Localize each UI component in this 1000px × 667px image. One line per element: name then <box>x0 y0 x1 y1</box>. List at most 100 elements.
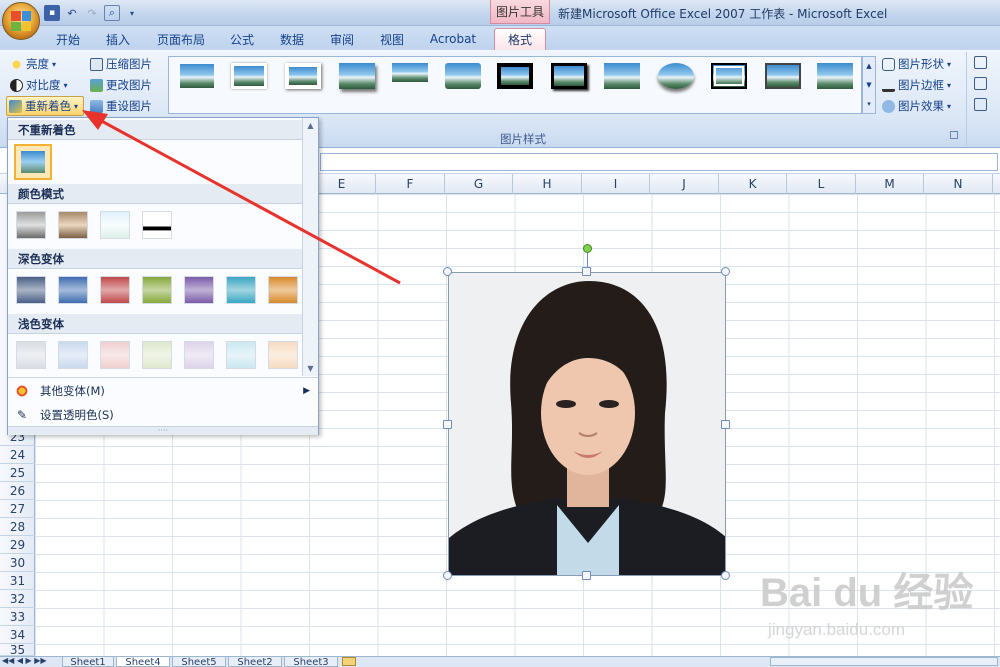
resize-handle-top-left[interactable] <box>443 267 452 276</box>
style-thumb[interactable] <box>708 60 750 92</box>
tab-home[interactable]: 开始 <box>46 28 90 50</box>
sheet-tab-active[interactable]: Sheet4 <box>116 656 170 667</box>
row-header[interactable]: 33 <box>0 608 35 626</box>
office-button[interactable] <box>2 2 40 40</box>
formula-input[interactable] <box>320 153 998 171</box>
light-variation-swatch[interactable] <box>142 341 172 369</box>
inserted-picture[interactable] <box>448 272 726 576</box>
resize-handle-top-right[interactable] <box>721 267 730 276</box>
row-header[interactable]: 28 <box>0 518 35 536</box>
swatch-no-recolor[interactable] <box>14 144 52 180</box>
change-picture-button[interactable]: 更改图片 <box>90 77 152 93</box>
column-header[interactable]: N <box>924 174 993 194</box>
dropdown-scrollbar[interactable]: ▲ ▼ <box>302 118 318 376</box>
light-variation-swatch[interactable] <box>268 341 298 369</box>
horizontal-scrollbar[interactable] <box>770 657 998 666</box>
tab-page-layout[interactable]: 页面布局 <box>150 28 212 50</box>
row-header[interactable]: 26 <box>0 482 35 500</box>
column-header[interactable]: I <box>582 174 650 194</box>
insert-sheet-icon[interactable] <box>342 657 356 666</box>
swatch-washout[interactable] <box>100 211 130 239</box>
column-header[interactable]: G <box>445 174 513 194</box>
sheet-tab[interactable]: Sheet3 <box>284 656 338 667</box>
scroll-down-icon[interactable]: ▼ <box>866 81 871 89</box>
style-thumb[interactable] <box>228 60 270 92</box>
light-variation-swatch[interactable] <box>16 341 46 369</box>
style-thumb[interactable] <box>762 60 804 92</box>
resize-grip[interactable]: ···· <box>8 426 318 435</box>
sheet-tab[interactable]: Sheet1 <box>62 656 114 667</box>
dark-variation-swatch[interactable] <box>226 276 256 304</box>
tab-acrobat[interactable]: Acrobat <box>422 28 484 50</box>
save-icon[interactable]: ▪ <box>44 5 60 21</box>
picture-effects-button[interactable]: 图片效果 ▾ <box>882 98 951 114</box>
tab-formulas[interactable]: 公式 <box>220 28 264 50</box>
dark-variation-swatch[interactable] <box>100 276 130 304</box>
resize-handle-bottom[interactable] <box>582 571 591 580</box>
dark-variation-swatch[interactable] <box>16 276 46 304</box>
column-header[interactable]: J <box>650 174 719 194</box>
resize-handle-right[interactable] <box>721 420 730 429</box>
style-thumb[interactable] <box>655 60 697 92</box>
row-header[interactable]: 32 <box>0 590 35 608</box>
style-thumb[interactable] <box>389 60 431 92</box>
picture-border-button[interactable]: 图片边框 ▾ <box>882 77 951 93</box>
dark-variation-swatch[interactable] <box>184 276 214 304</box>
scroll-up-icon[interactable]: ▲ <box>866 62 871 70</box>
set-transparent-color-item[interactable]: ✎ 设置透明色(S) <box>8 404 318 426</box>
style-thumb[interactable] <box>494 60 536 92</box>
column-header[interactable]: H <box>513 174 582 194</box>
rotation-handle[interactable] <box>583 244 592 253</box>
arrange-send-back-icon[interactable] <box>974 77 987 90</box>
resize-handle-top[interactable] <box>582 267 591 276</box>
swatch-sepia[interactable] <box>58 211 88 239</box>
row-header[interactable]: 25 <box>0 464 35 482</box>
dark-variation-swatch[interactable] <box>58 276 88 304</box>
light-variation-swatch[interactable] <box>184 341 214 369</box>
style-thumb[interactable] <box>176 60 218 92</box>
style-thumb[interactable] <box>814 60 856 92</box>
arrange-bring-front-icon[interactable] <box>974 56 987 69</box>
style-thumb[interactable] <box>548 60 590 92</box>
sheet-tab[interactable]: Sheet5 <box>172 656 226 667</box>
row-header[interactable]: 31 <box>0 572 35 590</box>
tab-review[interactable]: 审阅 <box>320 28 364 50</box>
scroll-down-icon[interactable]: ▼ <box>307 364 313 373</box>
picture-shape-button[interactable]: 图片形状 ▾ <box>882 56 951 72</box>
tab-data[interactable]: 数据 <box>270 28 314 50</box>
sheet-nav-icon[interactable]: ◀◀ ◀ ▶ ▶▶ <box>2 656 47 665</box>
selection-pane-icon[interactable] <box>974 98 987 111</box>
gallery-more-icon[interactable]: ▾ <box>867 100 871 108</box>
style-thumb[interactable] <box>442 60 484 92</box>
column-header[interactable]: F <box>376 174 445 194</box>
tab-insert[interactable]: 插入 <box>96 28 140 50</box>
print-preview-icon[interactable]: ⌕ <box>104 5 120 21</box>
swatch-black-and-white[interactable] <box>142 211 172 239</box>
compress-pictures-button[interactable]: 压缩图片 <box>90 56 152 72</box>
row-header[interactable]: 35 <box>0 643 35 657</box>
style-thumb[interactable] <box>336 60 378 92</box>
row-header[interactable]: 30 <box>0 554 35 572</box>
row-header[interactable]: 34 <box>0 626 35 644</box>
resize-handle-bottom-right[interactable] <box>721 571 730 580</box>
row-header[interactable]: 29 <box>0 536 35 554</box>
more-variations-item[interactable]: 其他变体(M) ▶ <box>8 380 318 402</box>
gallery-scroll[interactable]: ▲ ▼ ▾ <box>862 56 876 114</box>
reset-picture-button[interactable]: 重设图片 <box>90 98 152 114</box>
undo-icon[interactable]: ↶ <box>64 5 80 21</box>
contrast-button[interactable]: 对比度 ▾ <box>10 77 68 93</box>
resize-handle-left[interactable] <box>443 420 452 429</box>
style-thumb[interactable] <box>282 60 324 92</box>
customize-qat-icon[interactable]: ▾ <box>124 5 140 21</box>
tab-format[interactable]: 格式 <box>494 28 546 50</box>
resize-handle-bottom-left[interactable] <box>443 571 452 580</box>
scroll-up-icon[interactable]: ▲ <box>307 121 313 130</box>
style-thumb[interactable] <box>601 60 643 92</box>
redo-icon[interactable]: ↷ <box>84 5 100 21</box>
swatch-grayscale[interactable] <box>16 211 46 239</box>
row-header[interactable]: 27 <box>0 500 35 518</box>
light-variation-swatch[interactable] <box>100 341 130 369</box>
column-header[interactable]: K <box>719 174 787 194</box>
light-variation-swatch[interactable] <box>58 341 88 369</box>
recolor-button[interactable]: 重新着色 ▾ <box>6 96 84 116</box>
